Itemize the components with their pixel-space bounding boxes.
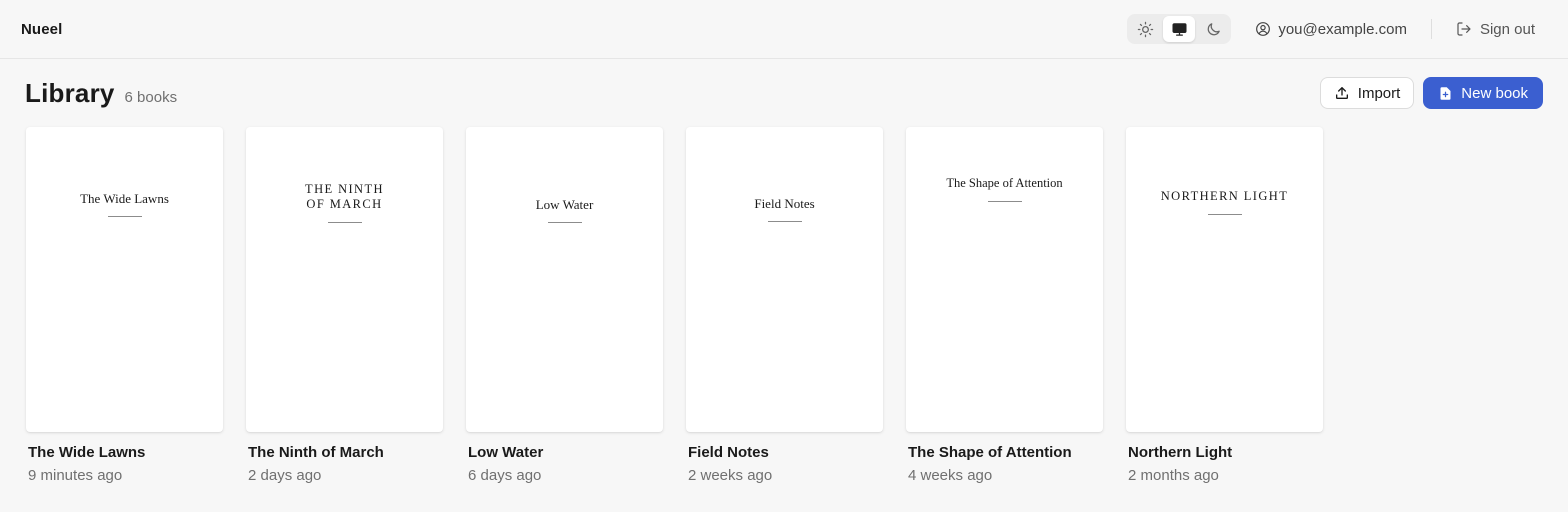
cover-title: Low Water bbox=[535, 197, 594, 212]
book-title: Low Water bbox=[468, 444, 544, 461]
book-grid: The Wide Lawns The Wide Lawns 9 minutes … bbox=[0, 127, 1568, 484]
book-updated: 4 weeks ago bbox=[908, 467, 993, 484]
book-updated: 2 months ago bbox=[1128, 467, 1219, 484]
book-updated: 6 days ago bbox=[468, 467, 542, 484]
book-count: 6 books bbox=[124, 88, 178, 106]
user-circle-icon bbox=[1256, 22, 1271, 36]
book-updated: 9 minutes ago bbox=[28, 467, 123, 484]
book-card[interactable]: NORTHERN LIGHT Northern Light 2 months a… bbox=[1126, 127, 1323, 484]
book-cover[interactable]: The Shape of Attention bbox=[906, 127, 1103, 432]
header-actions: Import New book bbox=[1319, 77, 1543, 109]
book-title: The Ninth of March bbox=[248, 444, 384, 461]
book-cover[interactable]: NORTHERN LIGHT bbox=[1126, 127, 1323, 432]
theme-light-button[interactable] bbox=[1129, 16, 1161, 42]
book-updated: 2 weeks ago bbox=[688, 467, 773, 484]
cover-rule bbox=[987, 201, 1022, 202]
cover-rule bbox=[767, 221, 802, 222]
book-card[interactable]: The Shape of Attention The Shape of Atte… bbox=[906, 127, 1103, 484]
sign-out-label: Sign out bbox=[1479, 20, 1535, 38]
cover-rule bbox=[327, 222, 362, 223]
moon-icon bbox=[1207, 22, 1220, 35]
book-title: The Wide Lawns bbox=[28, 444, 146, 461]
book-card[interactable]: THE NINTH OF MARCH The Ninth of March 2 … bbox=[246, 127, 443, 484]
top-bar: Nueel you@example.com Sign out bbox=[0, 0, 1568, 59]
theme-system-button[interactable] bbox=[1163, 16, 1196, 42]
page-title: Library bbox=[25, 77, 115, 108]
import-button[interactable]: Import bbox=[1319, 77, 1415, 109]
cover-title: Field Notes bbox=[754, 196, 815, 211]
cover-rule bbox=[1207, 214, 1242, 215]
book-card[interactable]: The Wide Lawns The Wide Lawns 9 minutes … bbox=[26, 127, 223, 484]
book-cover[interactable]: Low Water bbox=[466, 127, 663, 432]
cover-title: The Shape of Attention bbox=[946, 176, 1063, 190]
new-book-label: New book bbox=[1461, 84, 1528, 102]
user-email: you@example.com bbox=[1278, 20, 1407, 38]
user-account[interactable]: you@example.com bbox=[1255, 21, 1431, 38]
book-cover[interactable]: THE NINTH OF MARCH bbox=[246, 127, 443, 432]
library-header: Library 6 books Import New book bbox=[0, 59, 1568, 127]
app-logo[interactable]: Nueel bbox=[21, 21, 62, 38]
theme-dark-button[interactable] bbox=[1197, 16, 1229, 42]
sun-icon bbox=[1137, 21, 1154, 37]
top-bar-right: you@example.com Sign out bbox=[1127, 14, 1547, 44]
book-title: Field Notes bbox=[688, 444, 769, 461]
cover-title: NORTHERN LIGHT bbox=[1160, 189, 1289, 203]
cover-title: THE NINTH OF MARCH bbox=[305, 182, 384, 211]
book-card[interactable]: Field Notes Field Notes 2 weeks ago bbox=[686, 127, 883, 484]
title-group: Library 6 books bbox=[25, 78, 177, 109]
theme-switcher bbox=[1127, 14, 1232, 44]
monitor-icon bbox=[1172, 22, 1187, 36]
book-card[interactable]: Low Water Low Water 6 days ago bbox=[466, 127, 663, 484]
book-title: The Shape of Attention bbox=[908, 444, 1072, 461]
divider bbox=[1430, 19, 1432, 39]
sign-out-button[interactable]: Sign out bbox=[1456, 21, 1535, 38]
upload-icon bbox=[1335, 87, 1348, 99]
book-title: Northern Light bbox=[1128, 444, 1233, 461]
cover-title: The Wide Lawns bbox=[80, 191, 169, 206]
log-out-icon bbox=[1457, 22, 1471, 36]
cover-rule bbox=[107, 216, 142, 217]
cover-rule bbox=[547, 222, 582, 223]
book-cover[interactable]: Field Notes bbox=[686, 127, 883, 432]
book-cover[interactable]: The Wide Lawns bbox=[26, 127, 223, 432]
new-book-button[interactable]: New book bbox=[1423, 77, 1543, 109]
book-updated: 2 days ago bbox=[248, 467, 322, 484]
file-plus-icon bbox=[1440, 86, 1451, 100]
import-label: Import bbox=[1357, 84, 1401, 102]
